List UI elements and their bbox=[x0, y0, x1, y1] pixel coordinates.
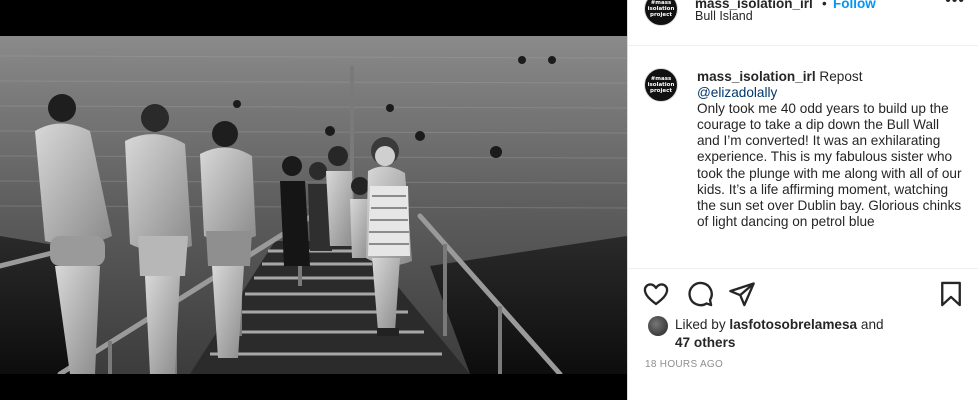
liker-avatar[interactable] bbox=[648, 316, 668, 336]
separator-dot: • bbox=[822, 0, 827, 11]
post-media-area bbox=[0, 0, 627, 400]
likes-prefix: Liked by bbox=[675, 317, 726, 332]
post-header: #mass isolation project mass_isolation_i… bbox=[628, 0, 978, 46]
likes-others-link[interactable]: 47 others bbox=[675, 335, 735, 350]
post-location[interactable]: Bull Island bbox=[695, 9, 753, 23]
likes-text: Liked by lasfotosobrelamesa and 47 other… bbox=[675, 316, 955, 352]
caption-body: Only took me 40 odd years to build up th… bbox=[697, 101, 962, 229]
post-photo[interactable] bbox=[0, 36, 627, 374]
instagram-post-modal: #mass isolation project mass_isolation_i… bbox=[0, 0, 978, 400]
action-bar bbox=[628, 276, 978, 312]
heart-icon[interactable] bbox=[642, 280, 670, 308]
likes-section: Liked by lasfotosobrelamesa and 47 other… bbox=[628, 312, 978, 352]
caption-repost-label: Repost bbox=[819, 69, 863, 84]
likes-conjunction: and bbox=[860, 317, 884, 332]
caption-author-avatar[interactable]: #mass isolation project bbox=[644, 68, 678, 102]
more-options-icon[interactable]: ••• bbox=[945, 0, 965, 10]
author-avatar[interactable]: #mass isolation project bbox=[644, 0, 678, 26]
caption-avatar-text-line3: project bbox=[650, 88, 672, 94]
caption-mention[interactable]: @elizadolally bbox=[697, 85, 777, 100]
post-photo-illustration bbox=[0, 36, 627, 374]
share-icon[interactable] bbox=[728, 280, 756, 308]
actions-divider bbox=[628, 268, 978, 269]
caption-text: mass_isolation_irl Repost @elizadolally … bbox=[697, 69, 963, 230]
caption-section: #mass isolation project mass_isolation_i… bbox=[628, 54, 978, 268]
follow-button[interactable]: Follow bbox=[833, 0, 876, 11]
post-timestamp[interactable]: 18 HOURS AGO bbox=[645, 359, 723, 370]
post-details-panel: #mass isolation project mass_isolation_i… bbox=[627, 0, 978, 400]
caption-username[interactable]: mass_isolation_irl bbox=[697, 69, 816, 84]
liker-username[interactable]: lasfotosobrelamesa bbox=[729, 317, 857, 332]
avatar-text-line3: project bbox=[650, 12, 672, 18]
bookmark-icon[interactable] bbox=[937, 280, 965, 308]
comment-icon[interactable] bbox=[686, 280, 714, 308]
